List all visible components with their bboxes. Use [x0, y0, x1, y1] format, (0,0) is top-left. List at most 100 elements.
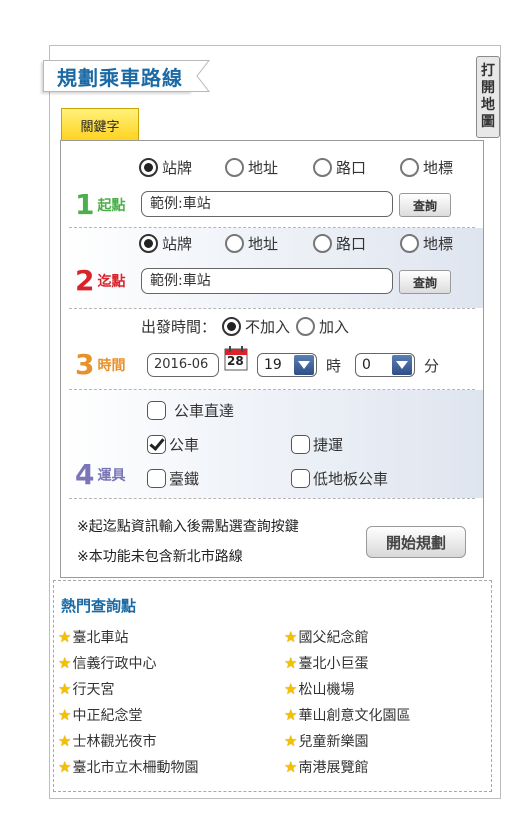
hot-point-label: 臺北小巨蛋 [298, 656, 369, 672]
star-icon: ★ [58, 628, 72, 646]
origin-query-button[interactable]: 查詢 [399, 193, 451, 217]
title-tab-arrow-icon [191, 60, 211, 92]
time-number-label: 3 時間 [75, 351, 125, 379]
hot-point-label: 臺北市立木柵動物園 [72, 760, 199, 776]
origin-intersection-label: 路口 [336, 159, 367, 177]
metro-checkbox[interactable] [291, 435, 310, 454]
star-icon: ★ [284, 706, 298, 724]
metro-label: 捷運 [313, 436, 344, 454]
vehicle-direct-bus[interactable]: 公車直達 [147, 400, 234, 421]
divider [69, 498, 475, 499]
hot-point-item[interactable]: ★ 中正紀念堂 [58, 705, 142, 725]
hot-point-label: 士林觀光夜市 [72, 734, 157, 750]
destination-label: 迄點 [97, 274, 126, 290]
star-icon: ★ [284, 654, 298, 672]
origin-input[interactable]: 範例:車站 [141, 191, 393, 217]
hot-point-label: 南港展覽館 [298, 760, 369, 776]
low-floor-bus-checkbox[interactable] [291, 469, 310, 488]
origin-type-stop[interactable]: 站牌 [139, 157, 192, 178]
destination-input[interactable]: 範例:車站 [141, 268, 393, 294]
origin-stop-radio[interactable] [139, 158, 158, 177]
time-add-radio[interactable] [296, 317, 316, 336]
origin-type-address[interactable]: 地址 [225, 157, 278, 178]
vehicle-low-floor-bus[interactable]: 低地板公車 [291, 468, 388, 489]
vehicle-number: 4 [75, 458, 95, 491]
origin-type-intersection[interactable]: 路口 [313, 157, 366, 178]
start-planning-button[interactable]: 開始規劃 [366, 526, 466, 558]
origin-number: 1 [75, 188, 95, 221]
open-map-char-3: 地 [481, 97, 495, 113]
dest-type-stop[interactable]: 站牌 [139, 233, 192, 254]
rail-checkbox[interactable] [147, 469, 166, 488]
note-query-required: ※起迄點資訊輸入後需點選查詢按鍵 [77, 519, 299, 535]
bus-checkbox[interactable] [147, 435, 166, 454]
dest-stop-radio[interactable] [139, 234, 158, 253]
time-add-label: 加入 [319, 318, 350, 336]
star-icon: ★ [284, 680, 298, 698]
hot-point-item[interactable]: ★ 松山機場 [284, 679, 354, 699]
hot-point-label: 中正紀念堂 [72, 708, 143, 724]
dest-landmark-label: 地標 [423, 235, 454, 253]
hot-point-item[interactable]: ★ 臺北小巨蛋 [284, 653, 368, 673]
bus-label: 公車 [169, 436, 200, 454]
dest-intersection-radio[interactable] [313, 234, 332, 253]
origin-stop-label: 站牌 [162, 159, 193, 177]
hour-select[interactable]: 19 [257, 353, 317, 377]
low-floor-bus-label: 低地板公車 [313, 470, 389, 488]
vehicle-bus[interactable]: 公車 [147, 434, 199, 455]
dest-stop-label: 站牌 [162, 235, 193, 253]
chevron-down-icon [294, 355, 314, 375]
hot-point-item[interactable]: ★ 行天宮 [58, 679, 114, 699]
hot-point-item[interactable]: ★ 信義行政中心 [58, 653, 156, 673]
hot-point-item[interactable]: ★ 臺北市立木柵動物園 [58, 757, 198, 777]
direct-bus-label: 公車直達 [174, 402, 235, 420]
time-depart-row: 出發時間： 不加入 加入 [141, 316, 349, 337]
vehicle-section: 公車直達 公車 捷運 4 運具 臺鐵 低地板公車 [61, 390, 483, 498]
dest-type-intersection[interactable]: 路口 [313, 233, 366, 254]
dest-type-landmark[interactable]: 地標 [400, 233, 453, 254]
star-icon: ★ [58, 758, 72, 776]
hot-point-label: 信義行政中心 [72, 656, 157, 672]
origin-label: 起點 [97, 198, 126, 214]
depart-time-label: 出發時間： [141, 318, 217, 336]
hour-value: 19 [264, 357, 282, 373]
time-number: 3 [75, 348, 95, 381]
dest-address-radio[interactable] [225, 234, 244, 253]
hot-point-label: 臺北車站 [72, 630, 129, 646]
hot-points-box: 熱門查詢點 ★ 臺北車站 ★ 信義行政中心 ★ 行天宮 ★ 中正紀念堂 ★ 士林觀光夜市 … [53, 580, 492, 792]
vehicle-rail[interactable]: 臺鐵 [147, 468, 199, 489]
star-icon: ★ [58, 654, 72, 672]
hot-point-item[interactable]: ★ 士林觀光夜市 [58, 731, 156, 751]
hot-point-item[interactable]: ★ 兒童新樂園 [284, 731, 368, 751]
star-icon: ★ [58, 680, 72, 698]
vehicle-number-label: 4 運具 [75, 461, 125, 489]
time-label: 時間 [97, 358, 126, 374]
time-none-radio[interactable] [222, 317, 242, 336]
destination-number-label: 2 迄點 [75, 267, 125, 295]
origin-address-radio[interactable] [225, 158, 244, 177]
destination-query-button[interactable]: 查詢 [399, 270, 451, 294]
star-icon: ★ [58, 706, 72, 724]
hot-point-item[interactable]: ★ 華山創意文化園區 [284, 705, 410, 725]
star-icon: ★ [284, 628, 298, 646]
date-input[interactable]: 2016-06 [147, 353, 219, 377]
origin-type-landmark[interactable]: 地標 [400, 157, 453, 178]
time-none-label: 不加入 [245, 318, 291, 336]
direct-bus-checkbox[interactable] [147, 401, 166, 420]
vehicle-label: 運具 [97, 468, 126, 484]
tab-keyword[interactable]: 關鍵字 [61, 108, 139, 142]
dest-type-address[interactable]: 地址 [225, 233, 278, 254]
vehicle-metro[interactable]: 捷運 [291, 434, 343, 455]
origin-landmark-radio[interactable] [400, 158, 419, 177]
hot-point-label: 兒童新樂園 [298, 734, 369, 750]
route-planner-title-tab: 規劃乘車路線 [43, 60, 211, 92]
hot-point-item[interactable]: ★ 南港展覽館 [284, 757, 368, 777]
dest-landmark-radio[interactable] [400, 234, 419, 253]
calendar-icon[interactable]: 28 [224, 345, 248, 371]
open-map-button[interactable]: 打 開 地 圖 [476, 56, 500, 138]
minute-select[interactable]: 0 [355, 353, 415, 377]
hot-point-item[interactable]: ★ 臺北車站 [58, 627, 128, 647]
hot-point-item[interactable]: ★ 國父紀念館 [284, 627, 368, 647]
origin-intersection-radio[interactable] [313, 158, 332, 177]
time-section: 出發時間： 不加入 加入 3 時間 2016-06 28 19 時 0 分 [61, 309, 483, 389]
